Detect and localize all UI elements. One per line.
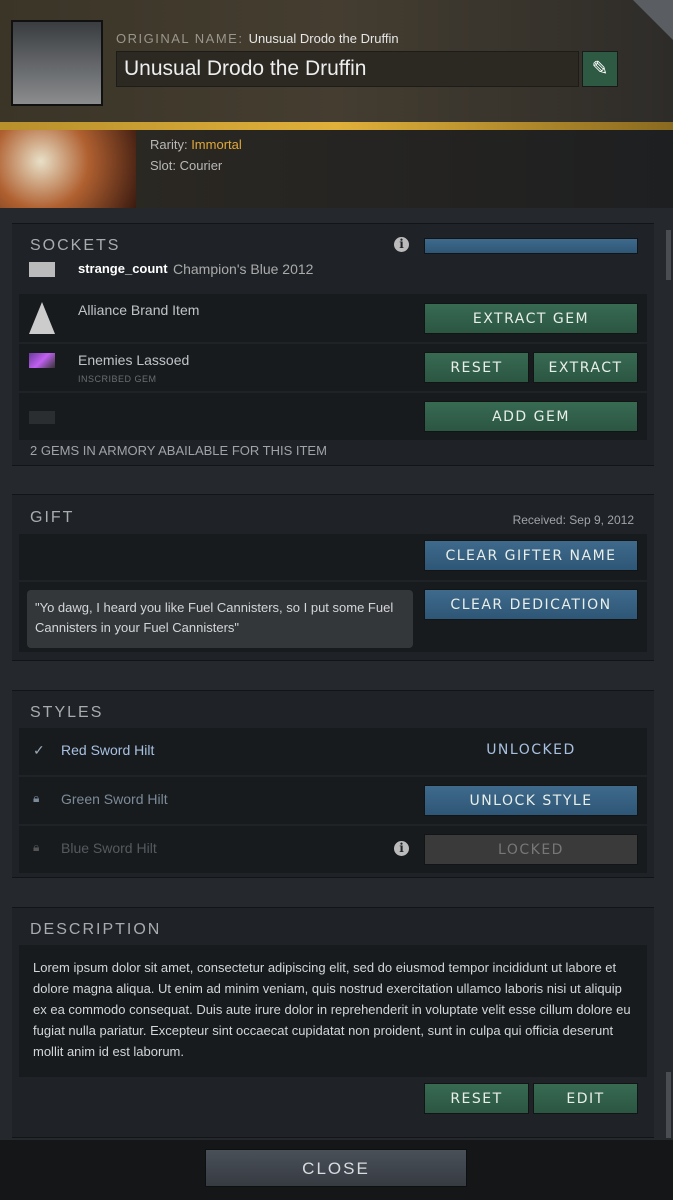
unlock-style-button[interactable]: UNLOCK STYLE [424, 785, 638, 816]
inscribed-gem-icon [29, 353, 55, 368]
lock-icon: 🔒︎ [33, 840, 40, 854]
dedication-row: "Yo dawg, I heard you like Fuel Canniste… [19, 582, 647, 652]
check-icon: ✓ [33, 742, 45, 758]
socket-name: Alliance Brand Item [78, 302, 200, 318]
gifter-row: CLEAR GIFTER NAME [19, 534, 647, 580]
reset-button[interactable]: RESET [424, 352, 529, 383]
corner-decoration [633, 0, 673, 40]
info-icon[interactable]: i [394, 841, 409, 856]
gift-panel: GIFT Received: Sep 9, 2012 CLEAR GIFTER … [12, 494, 654, 661]
locked-button: LOCKED [424, 834, 638, 865]
extract-button[interactable]: EXTRACT [533, 352, 638, 383]
gem-icon [29, 262, 55, 277]
unlocked-status: UNLOCKED [486, 742, 576, 758]
rarity-label: Rarity: [150, 137, 188, 152]
sockets-title: SOCKETS [30, 237, 121, 254]
info-icon[interactable]: i [394, 237, 409, 252]
gift-title: GIFT [30, 509, 75, 526]
edit-description-button[interactable]: EDIT [533, 1083, 638, 1114]
close-button[interactable]: CLOSE [205, 1149, 467, 1187]
style-name: Red Sword Hilt [61, 742, 155, 758]
item-name-input[interactable] [116, 51, 579, 87]
gem-value: Champion's Blue 2012 [173, 261, 314, 277]
reset-description-button[interactable]: RESET [424, 1083, 529, 1114]
gem-name: strange_count [78, 261, 168, 276]
clear-dedication-button[interactable]: CLEAR DEDICATION [424, 589, 638, 620]
style-row[interactable]: ✓ Red Sword Hilt UNLOCKED [19, 728, 647, 775]
socket-row-empty: ADD GEM [19, 393, 647, 440]
edit-name-button[interactable]: ✎ [582, 51, 618, 87]
description-text: Lorem ipsum dolor sit amet, consectetur … [19, 945, 647, 1077]
rarity: Rarity: Immortal [150, 137, 242, 152]
rarity-bar [0, 122, 673, 130]
scrollbar-thumb-lower[interactable] [666, 1072, 671, 1138]
rarity-value: Immortal [191, 137, 242, 152]
style-name: Green Sword Hilt [61, 791, 168, 807]
alliance-logo-icon [29, 302, 55, 334]
style-name: Blue Sword Hilt [61, 840, 157, 856]
original-name: ORIGINAL NAME: Unusual Drodo the Druffin [116, 31, 399, 46]
scrollbar-thumb[interactable] [666, 230, 671, 280]
socket-name: Enemies Lassoed [78, 352, 190, 368]
extract-gem-button[interactable]: EXTRACT GEM [424, 303, 638, 334]
slot: Slot: Courier [150, 158, 223, 173]
socket-row: Enemies Lassoed INSCRIBED GEM RESET EXTR… [19, 344, 647, 391]
socket-sub: INSCRIBED GEM [78, 374, 157, 384]
description-title: DESCRIPTION [30, 921, 162, 938]
description-panel: DESCRIPTION Lorem ipsum dolor sit amet, … [12, 907, 654, 1138]
socket-row: Alliance Brand Item EXTRACT GEM [19, 294, 647, 342]
received-date: Received: Sep 9, 2012 [512, 513, 634, 527]
pencil-icon: ✎ [591, 58, 609, 80]
empty-socket-icon [29, 411, 55, 424]
dedication-text: "Yo dawg, I heard you like Fuel Canniste… [27, 590, 413, 648]
lock-icon: 🔒︎ [33, 791, 40, 805]
item-thumbnail [11, 20, 103, 106]
armory-gems-count: 2 GEMS IN ARMORY ABAILABLE FOR THIS ITEM [30, 443, 327, 458]
style-row[interactable]: 🔒︎ Green Sword Hilt UNLOCK STYLE [19, 777, 647, 824]
original-name-label: ORIGINAL NAME: [116, 31, 244, 46]
styles-panel: STYLES ✓ Red Sword Hilt UNLOCKED 🔒︎ Gree… [12, 690, 654, 878]
clear-gifter-name-button[interactable]: CLEAR GIFTER NAME [424, 540, 638, 571]
hero-image [0, 130, 136, 208]
style-row: 🔒︎ Blue Sword Hilt i LOCKED [19, 826, 647, 873]
styles-title: STYLES [30, 704, 104, 721]
add-gem-button[interactable]: ADD GEM [424, 401, 638, 432]
sockets-panel: SOCKETS i strange_count Champion's Blue … [12, 223, 654, 466]
sockets-top-button[interactable] [424, 238, 638, 254]
original-name-value: Unusual Drodo the Druffin [248, 31, 399, 46]
